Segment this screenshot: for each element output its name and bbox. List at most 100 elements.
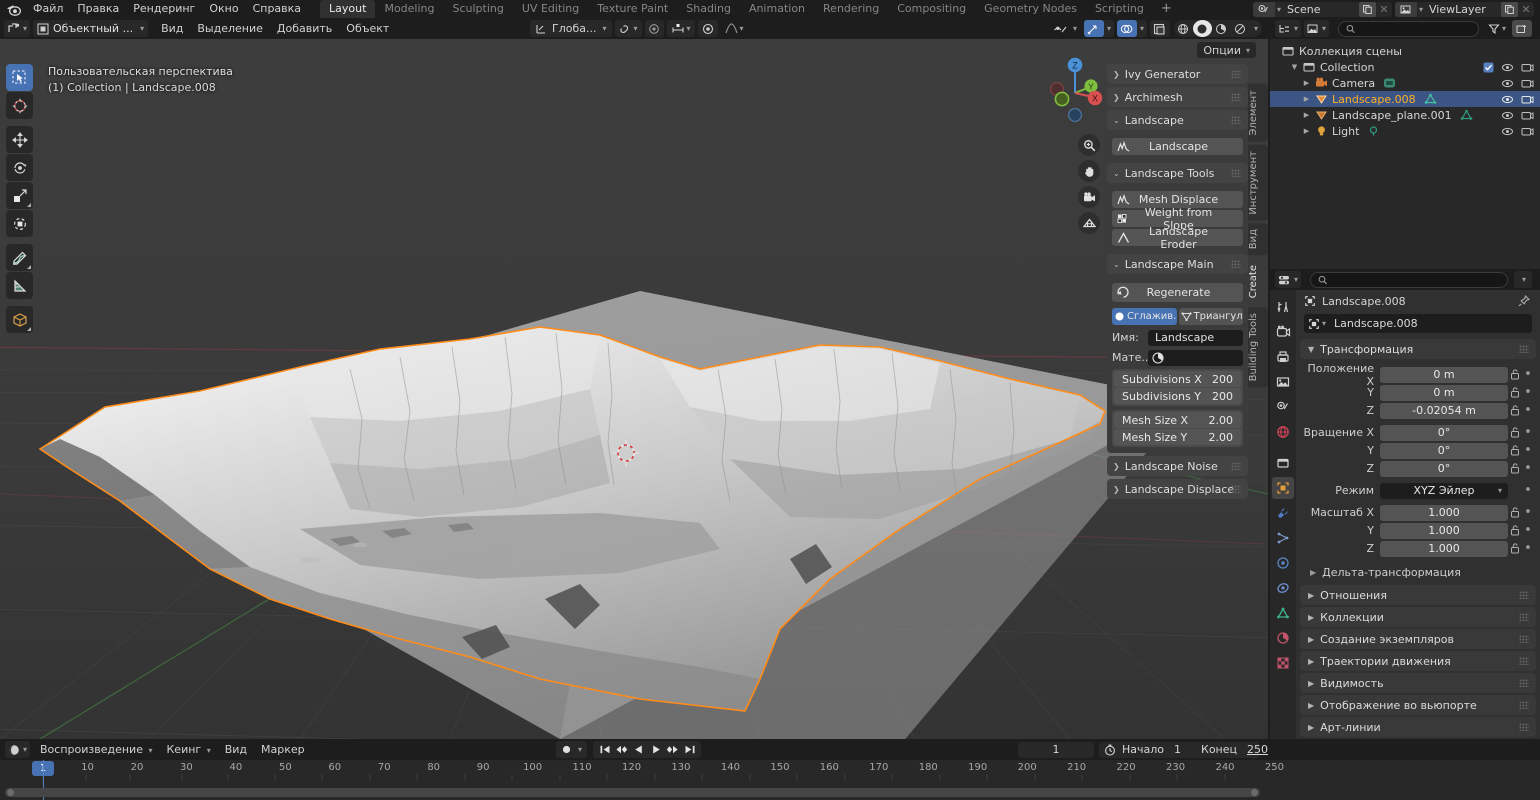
properties-options-button[interactable]: ▾ [1514,271,1532,288]
camera-render-icon[interactable] [1521,62,1534,73]
location-y-value[interactable]: 0 m [1380,385,1508,401]
delete-viewlayer-button[interactable]: ✕ [1518,2,1534,17]
properties-tab-output[interactable] [1272,346,1294,368]
outliner-item-landscape-plane-001[interactable]: ▶ Landscape_plane.001 [1270,107,1540,123]
tool-add-cube[interactable] [6,306,33,333]
regenerate-button[interactable]: Regenerate [1112,283,1243,302]
tool-cursor[interactable] [6,92,33,119]
grid-icon[interactable] [1078,212,1100,234]
camera-render-icon[interactable] [1521,110,1534,121]
animate-property-dot[interactable]: • [1522,461,1534,476]
timeline-menu-marker[interactable]: Маркер [254,741,312,759]
eye-icon[interactable] [1501,110,1514,121]
tab-scripting[interactable]: Scripting [1086,0,1153,18]
tool-transform[interactable] [6,210,33,237]
expand-triangle-icon[interactable]: ▶ [1300,91,1313,107]
lock-icon[interactable] [1508,445,1522,456]
landscape-material-value[interactable] [1148,350,1243,366]
properties-editor-type[interactable]: ▾ [1275,271,1301,288]
animate-property-dot[interactable]: • [1522,541,1534,556]
outliner-item-landscape-008[interactable]: ▶ Landscape.008 [1270,91,1540,107]
visibility-selector[interactable]: ▾ [1051,20,1081,37]
panel-landscape-noise[interactable]: ❯ Landscape Noise [1107,456,1248,476]
prev-keyframe-icon[interactable] [613,741,630,758]
panel-relations[interactable]: ▶ Отношения [1300,585,1536,605]
eye-icon[interactable] [1501,94,1514,105]
animate-property-dot[interactable]: • [1522,443,1534,458]
new-viewlayer-button[interactable] [1501,2,1518,17]
viewport-nav-buttons[interactable] [1078,134,1100,234]
outliner-editor-type[interactable]: ▾ [1275,20,1301,37]
viewlayer-selector[interactable]: ▾ ViewLayer ✕ [1395,2,1534,17]
auto-keying-chevron-icon[interactable]: ▾ [578,745,582,754]
mesh-data-icon[interactable] [1424,93,1437,105]
scrollbar-handle-left[interactable] [7,789,14,796]
tool-move[interactable] [6,126,33,153]
properties-tab-constraints[interactable] [1272,577,1294,599]
camera-render-icon[interactable] [1521,78,1534,89]
rotation-mode-value[interactable]: XYZ Эйлер ▾ [1380,483,1508,499]
outliner-search-field[interactable] [1355,23,1478,35]
editor-type-selector[interactable]: ▾ [4,20,30,37]
timeline-body[interactable]: 1 10203040506070809010011012013014015016… [0,760,1540,800]
animate-property-dot[interactable]: • [1522,505,1534,520]
rotation-x-row[interactable]: Вращение X 0° • [1302,424,1534,441]
snap-target-selector[interactable]: ▾ [667,20,695,37]
outliner-item-collection[interactable]: ▼ Collection [1270,59,1540,75]
xray-toggle[interactable] [1150,20,1170,37]
overlays-icon[interactable] [1117,20,1137,37]
interaction-mode-selector[interactable]: Объектный ... ▾ [33,20,148,37]
properties-tab-particles[interactable] [1272,527,1294,549]
tool-expand-corner[interactable] [27,327,31,331]
landscape-name-value[interactable]: Landscape [1148,330,1243,346]
menu-help[interactable]: Справка [246,0,308,18]
record-icon[interactable] [558,741,575,758]
timeline-menu-view[interactable]: Вид [218,741,254,759]
landscape-eroder-button[interactable]: Landscape Eroder [1112,229,1243,246]
panel-landscape[interactable]: ⌄ Landscape [1107,110,1248,130]
viewport-sidebar[interactable]: ❯ Ivy Generator ❯ Archimesh ⌄ Landscape [1107,64,1248,502]
tool-annotate[interactable] [6,244,33,271]
proportional-falloff-toggle[interactable] [698,20,718,37]
object-name-field[interactable]: ▾ Landscape.008 [1304,314,1532,333]
collection-checkbox[interactable] [1483,62,1494,73]
rotation-y-row[interactable]: Y 0° • [1302,442,1534,459]
play-icon[interactable] [647,741,664,758]
lock-icon[interactable] [1508,507,1522,518]
properties-tab-tool[interactable] [1272,296,1294,318]
rotation-mode-row[interactable]: Режим XYZ Эйлер ▾ • [1302,482,1534,499]
play-reverse-icon[interactable] [630,741,647,758]
camera-data-icon[interactable] [1383,77,1397,89]
properties-tab-collection[interactable] [1272,452,1294,474]
panel-collections[interactable]: ▶ Коллекции [1300,607,1536,627]
solid-shading-icon[interactable] [1193,20,1212,37]
sidebar-tab-create[interactable]: Create [1248,259,1268,304]
scale-z-row[interactable]: Z 1.000 • [1302,540,1534,557]
viewport-options-button[interactable]: Опции ▾ [1197,42,1256,58]
mesh-data-icon[interactable] [1460,109,1473,121]
end-frame-value[interactable]: 250 [1247,743,1268,756]
location-x-value[interactable]: 0 m [1380,367,1508,383]
delta-transform-subheader[interactable]: ▶ Дельта-трансформация [1296,563,1540,581]
frame-range-group[interactable]: Начало 1 Конец 250 [1099,742,1259,758]
rendered-shading-icon[interactable] [1231,20,1250,37]
lock-icon[interactable] [1508,543,1522,554]
landscape-name-row[interactable]: Имя: Landscape [1112,329,1243,346]
tab-modeling[interactable]: Modeling [375,0,443,18]
panel-instancing[interactable]: ▶ Создание экземпляров [1300,629,1536,649]
tool-tweak-select[interactable] [6,64,33,91]
expand-triangle-icon[interactable]: ▶ [1300,107,1313,123]
viewport-menu-add[interactable]: Добавить [270,20,339,38]
tool-expand-corner[interactable] [27,265,31,269]
properties-tab-scene[interactable] [1272,396,1294,418]
lock-icon[interactable] [1508,427,1522,438]
panel-landscape-tools[interactable]: ⌄ Landscape Tools [1107,163,1248,183]
landscape-button[interactable]: Landscape [1112,138,1243,155]
camera-render-icon[interactable] [1521,94,1534,105]
gizmo-icon[interactable] [1084,20,1104,37]
sidebar-tab-item[interactable]: Элемент [1248,84,1268,142]
properties-tab-physics[interactable] [1272,552,1294,574]
properties-search-field[interactable] [1328,274,1507,286]
rotation-z-value[interactable]: 0° [1380,461,1508,477]
panel-line-art[interactable]: ▶ Арт-линии [1300,717,1536,737]
